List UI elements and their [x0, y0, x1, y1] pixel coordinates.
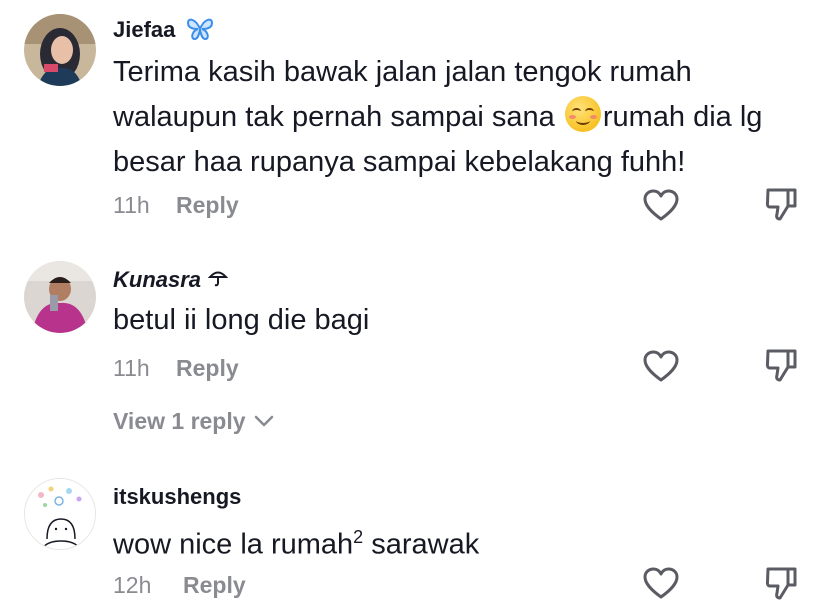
- umbrella-icon: [207, 267, 229, 293]
- comment-timestamp: 11h: [113, 192, 150, 218]
- dislike-icon[interactable]: [764, 565, 798, 601]
- avatar[interactable]: [24, 478, 96, 550]
- comment-username[interactable]: Kunasra: [113, 267, 229, 293]
- view-replies-label: View 1 reply: [113, 408, 246, 434]
- comment-text: betul ii long die bagi: [113, 304, 370, 336]
- comment-username[interactable]: Jiefaa: [113, 17, 214, 47]
- username-text: Jiefaa: [113, 17, 176, 42]
- dislike-icon[interactable]: [764, 186, 798, 222]
- comment-timestamp: 12h: [113, 572, 152, 598]
- comment-text-part: sarawak: [363, 528, 480, 561]
- like-heart-icon[interactable]: [642, 188, 680, 222]
- comment-text: Terima kasih bawak jalan jalan tengok ru…: [113, 50, 803, 185]
- comment-text: wow nice la rumah2 sarawak: [113, 515, 803, 568]
- comment-timestamp: 11h: [113, 355, 150, 381]
- avatar[interactable]: [24, 261, 96, 333]
- reply-button[interactable]: Reply: [176, 192, 239, 219]
- username-text: Kunasra: [113, 267, 202, 292]
- view-replies-button[interactable]: View 1 reply: [113, 408, 274, 435]
- like-heart-icon[interactable]: [642, 349, 680, 383]
- smiling-face-icon: [564, 96, 601, 132]
- comment-username[interactable]: itskushengs: [113, 484, 241, 510]
- chevron-down-icon: [254, 415, 274, 427]
- reply-button[interactable]: Reply: [183, 572, 246, 599]
- comment-text-part: wow nice la rumah: [113, 528, 354, 561]
- dislike-icon[interactable]: [764, 347, 798, 383]
- butterfly-icon: [186, 17, 214, 47]
- comment-text-superscript: 2: [353, 527, 364, 547]
- like-heart-icon[interactable]: [642, 566, 680, 600]
- avatar[interactable]: [24, 14, 96, 86]
- reply-button[interactable]: Reply: [176, 355, 239, 382]
